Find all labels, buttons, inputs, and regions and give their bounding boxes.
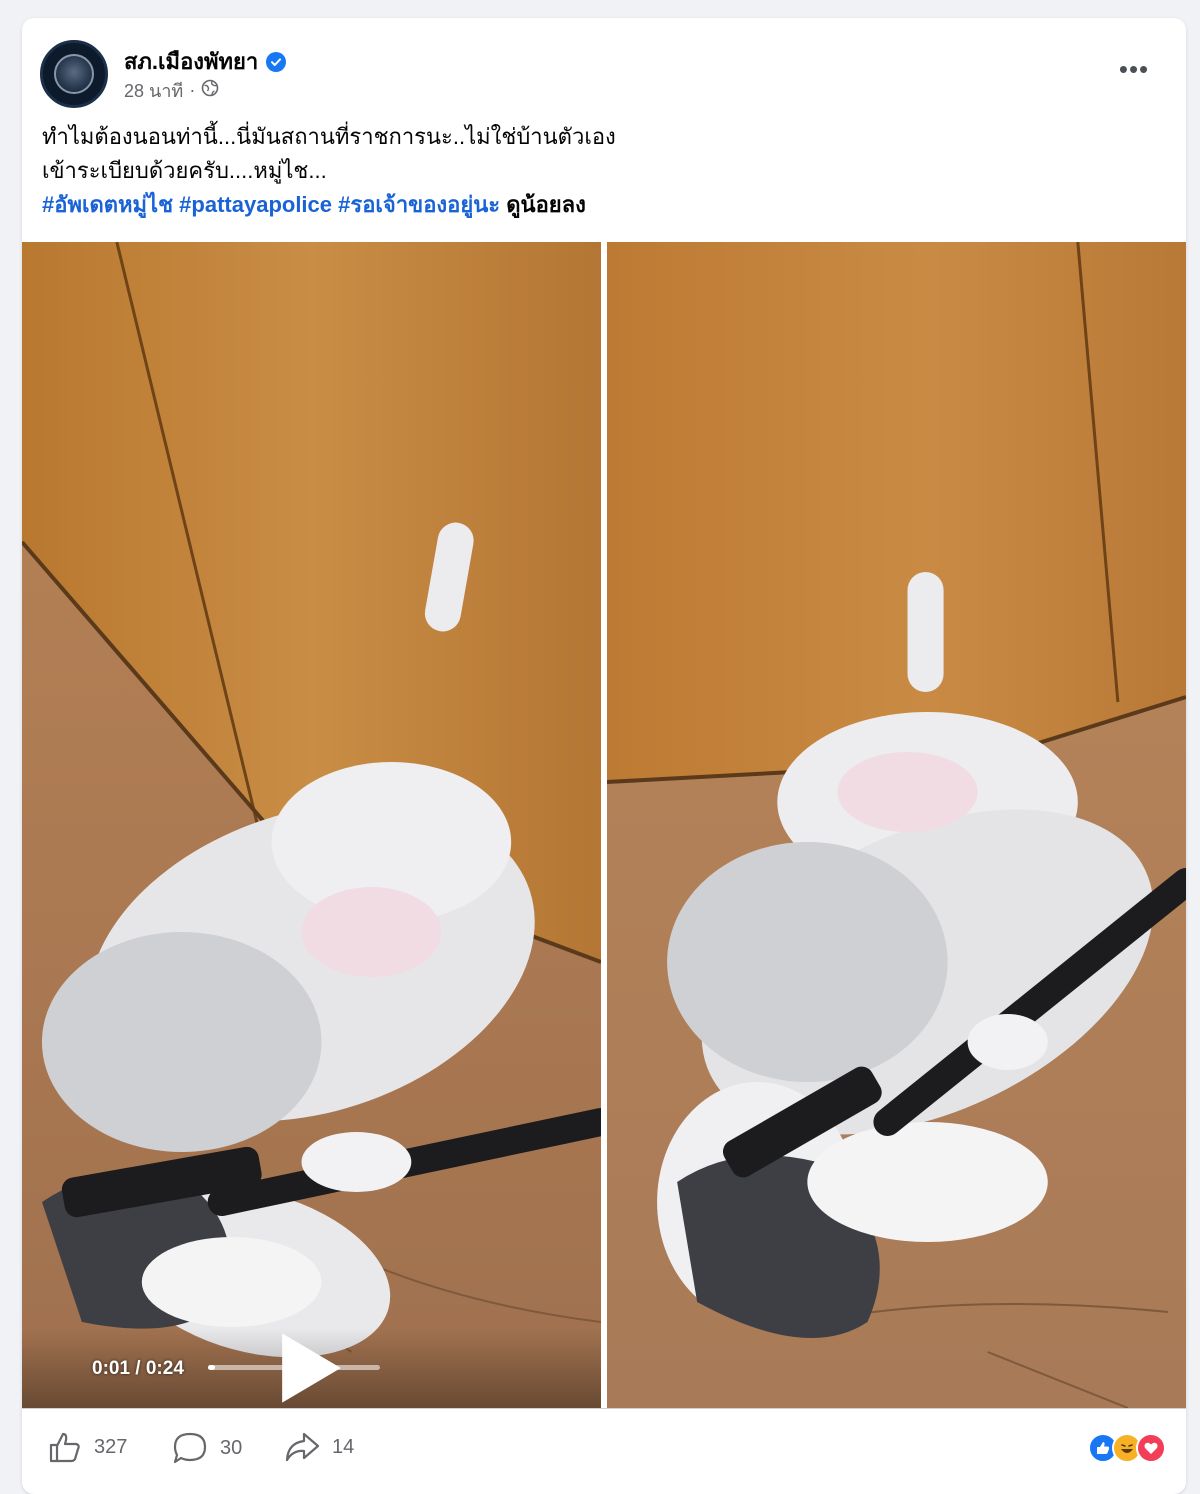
thumbs-up-icon bbox=[49, 1432, 80, 1463]
post-text-line-1: ทำไมต้องนอนท่านี้...นี่มันสถานที่ราชการน… bbox=[42, 124, 616, 149]
video-player[interactable]: 0:01 / 0:24 bbox=[22, 242, 601, 1408]
hashtag-line: #อัพเดตหมู่ไช #pattayapolice #รอเจ้าของอ… bbox=[42, 188, 1162, 222]
love-reaction-icon bbox=[1136, 1433, 1166, 1463]
share-count: 14 bbox=[332, 1435, 355, 1458]
video-progress-fill bbox=[208, 1365, 215, 1370]
video-controls: 0:01 / 0:24 bbox=[22, 1328, 601, 1408]
like-count: 327 bbox=[94, 1435, 128, 1458]
globe-icon bbox=[201, 79, 219, 102]
meta-separator: · bbox=[189, 80, 196, 100]
post-time[interactable]: 28 นาที bbox=[124, 76, 183, 105]
hashtag-link[interactable]: #อัพเดตหมู่ไช bbox=[42, 192, 173, 217]
hashtag-link[interactable]: #รอเจ้าของอยู่นะ bbox=[338, 192, 500, 217]
page-name-row: สภ.เมืองพัทยา bbox=[124, 44, 287, 79]
photo[interactable] bbox=[607, 242, 1186, 1408]
hashtag-link[interactable]: #pattayapolice bbox=[179, 192, 332, 217]
video-time: 0:01 / 0:24 bbox=[92, 1358, 184, 1379]
more-options-button[interactable]: ••• bbox=[1116, 54, 1152, 84]
police-emblem-icon bbox=[54, 54, 94, 94]
sleeping-husky-photo bbox=[607, 242, 1186, 1408]
comment-count: 30 bbox=[220, 1436, 243, 1459]
page-name[interactable]: สภ.เมืองพัทยา bbox=[124, 44, 258, 79]
sleeping-husky-image bbox=[22, 242, 601, 1408]
post-meta: 28 นาที · bbox=[124, 76, 219, 105]
verified-badge-icon bbox=[266, 51, 287, 72]
comment-button[interactable]: 30 bbox=[172, 1431, 242, 1465]
post-media: 0:01 / 0:24 bbox=[22, 242, 1186, 1408]
mute-icon[interactable] bbox=[538, 1328, 601, 1408]
post-card: สภ.เมืองพัทยา 28 นาที · ••• ทำไมต้องนอนท… bbox=[22, 18, 1186, 1494]
like-button[interactable]: 327 bbox=[48, 1431, 127, 1463]
page-avatar[interactable] bbox=[40, 40, 108, 108]
post-footer: 327 30 14 bbox=[22, 1408, 1186, 1494]
post-text-line-2: เข้าระเบียบด้วยครับ....หมู่ไช... bbox=[42, 158, 327, 183]
reaction-summary[interactable] bbox=[1088, 1433, 1166, 1463]
share-button[interactable]: 14 bbox=[284, 1431, 354, 1463]
share-icon bbox=[285, 1432, 320, 1462]
post-header: สภ.เมืองพัทยา 28 นาที · ••• bbox=[22, 18, 1186, 118]
video-progress-bar[interactable] bbox=[208, 1365, 380, 1370]
post-text: ทำไมต้องนอนท่านี้...นี่มันสถานที่ราชการน… bbox=[42, 120, 1162, 222]
comment-icon bbox=[173, 1432, 207, 1464]
see-less-link[interactable]: ดูน้อยลง bbox=[506, 192, 586, 217]
